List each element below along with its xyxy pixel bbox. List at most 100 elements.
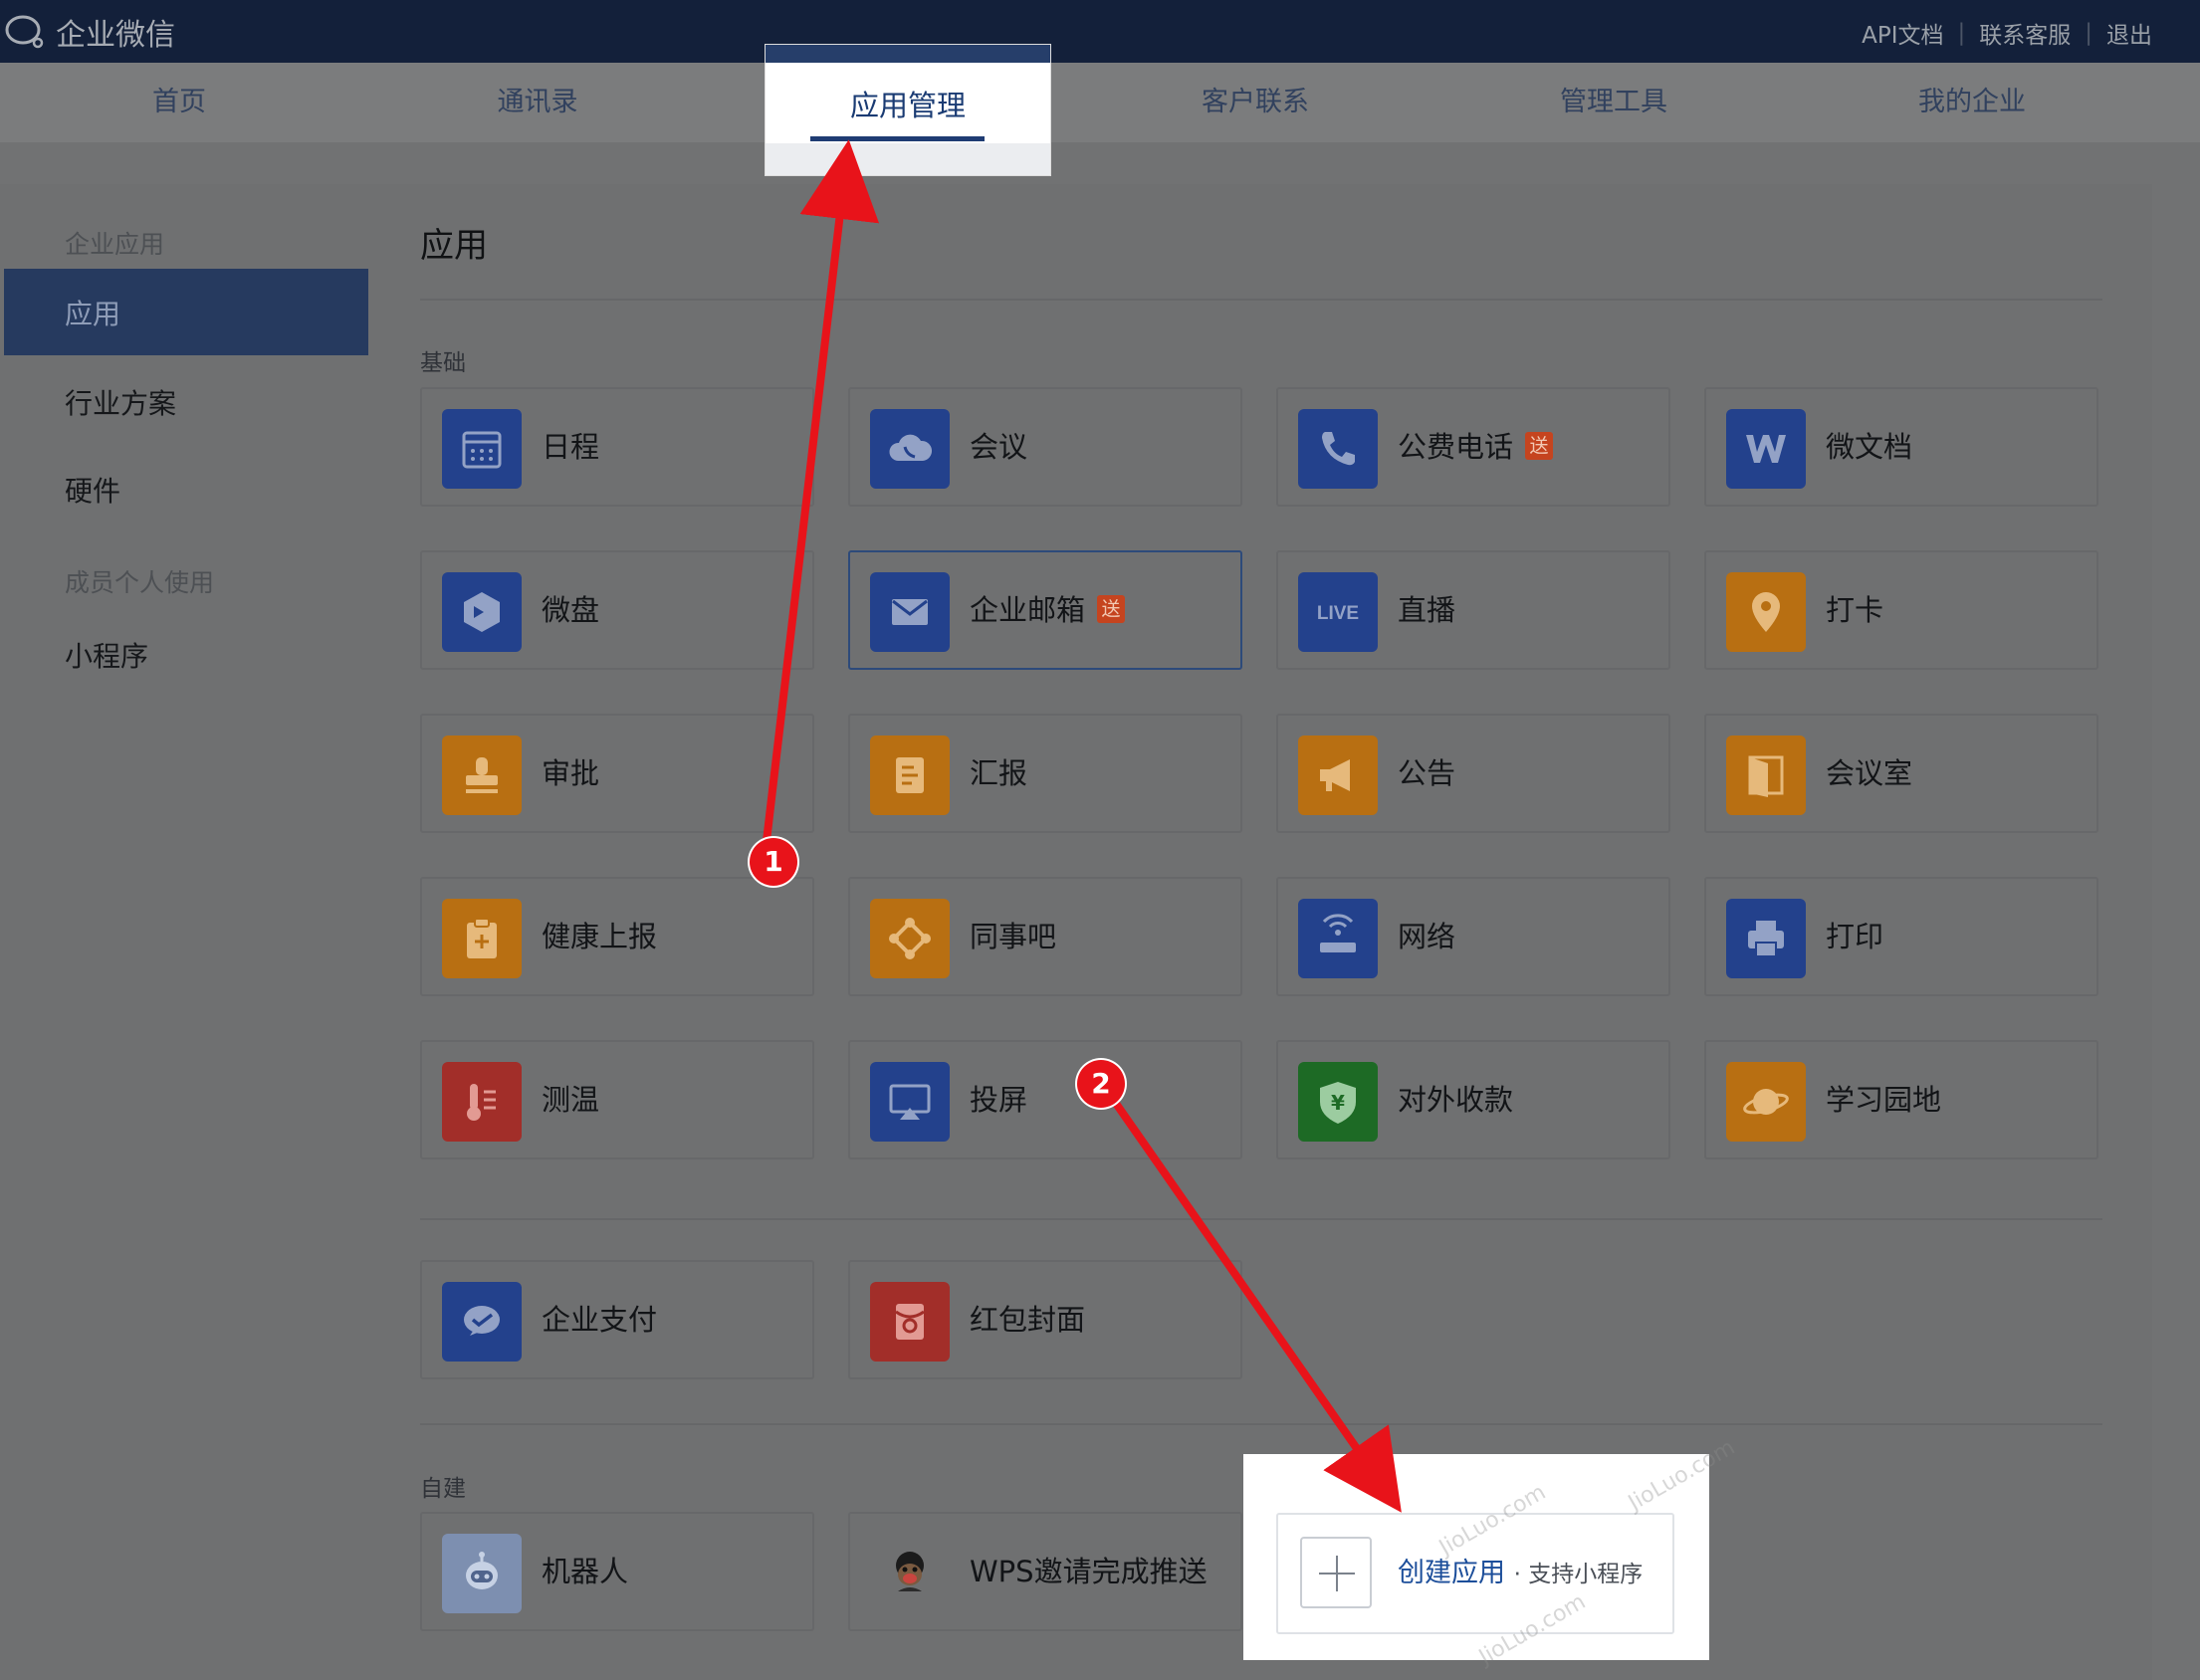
create-app-text: 创建应用 xyxy=(1398,1558,1505,1588)
sidebar-item-mini-programs[interactable]: 小程序 xyxy=(65,635,148,675)
top-bar: 企业微信 API文档 | 联系客服 | 退出 xyxy=(0,0,2200,63)
nav-home[interactable]: 首页 xyxy=(152,63,206,142)
router-icon xyxy=(1298,899,1378,978)
app-label: 公费电话送 xyxy=(1398,389,1554,505)
app-label: 网络 xyxy=(1398,920,1456,953)
top-links: API文档 | 联系客服 | 退出 xyxy=(1862,16,2152,50)
nav-highlight-strip xyxy=(766,45,1050,63)
plus-icon xyxy=(1300,1537,1372,1608)
app-card-print[interactable]: 打印 xyxy=(1704,877,2098,996)
nav-my-enterprise[interactable]: 我的企业 xyxy=(1918,63,2026,142)
gift-badge: 送 xyxy=(1525,432,1554,460)
divider xyxy=(420,1423,2102,1425)
app-card-red-packet-cover[interactable]: 红包封面 xyxy=(848,1260,1242,1379)
report-icon xyxy=(870,735,950,815)
yuan-shield-icon: ¥ xyxy=(1298,1062,1378,1142)
app-label: 微文档 xyxy=(1826,430,1913,464)
wecom-logo-icon xyxy=(5,15,44,49)
app-label: 企业邮箱送 xyxy=(970,552,1126,668)
planet-icon xyxy=(1726,1062,1806,1142)
app-card-schedule[interactable]: 日程 xyxy=(420,387,814,507)
nav-customer-contact[interactable]: 客户联系 xyxy=(1202,63,1309,142)
app-card-approval[interactable]: 审批 xyxy=(420,714,814,833)
door-icon xyxy=(1726,735,1806,815)
app-card-wps-push[interactable]: WPS邀请完成推送 xyxy=(848,1512,1242,1631)
divider xyxy=(420,299,2102,301)
app-label-text: 公费电话 xyxy=(1398,430,1514,464)
live-icon: LIVE xyxy=(1298,572,1378,652)
sidebar-item-hardware[interactable]: 硬件 xyxy=(65,470,120,510)
app-label: 测温 xyxy=(542,1083,600,1117)
app-card-robot[interactable]: 机器人 xyxy=(420,1512,814,1631)
app-label: 审批 xyxy=(542,756,600,790)
gift-badge: 送 xyxy=(1097,595,1126,623)
section-custom-label: 自建 xyxy=(420,1476,466,1502)
app-label: 同事吧 xyxy=(970,920,1057,953)
app-card-checkin[interactable]: 打卡 xyxy=(1704,550,2098,670)
app-card-meeting-room[interactable]: 会议室 xyxy=(1704,714,2098,833)
app-card-payment-collection[interactable]: ¥ 对外收款 xyxy=(1276,1040,1670,1159)
app-label: 日程 xyxy=(542,430,600,464)
app-label: 会议室 xyxy=(1826,756,1913,790)
app-label: 红包封面 xyxy=(970,1303,1086,1337)
nav-contacts[interactable]: 通讯录 xyxy=(498,63,578,142)
app-label: 汇报 xyxy=(970,756,1028,790)
divider: | xyxy=(1957,20,1966,46)
nav-app-management-label: 应用管理 xyxy=(849,89,966,122)
app-card-live[interactable]: LIVE 直播 xyxy=(1276,550,1670,670)
api-docs-link[interactable]: API文档 xyxy=(1862,16,1943,50)
app-card-network[interactable]: 网络 xyxy=(1276,877,1670,996)
logout-link[interactable]: 退出 xyxy=(2106,16,2152,50)
step-1-marker: 1 xyxy=(750,838,797,886)
printer-icon xyxy=(1726,899,1806,978)
sidebar-item-apps[interactable]: 应用 xyxy=(4,269,368,355)
nav-shadow-bar xyxy=(766,143,1050,175)
app-label: 直播 xyxy=(1398,593,1456,627)
calendar-icon xyxy=(442,409,522,489)
app-card-health-report[interactable]: 健康上报 xyxy=(420,877,814,996)
cube-icon xyxy=(442,572,522,652)
brand[interactable]: 企业微信 xyxy=(4,12,175,53)
app-card-colleague-forum[interactable]: 同事吧 xyxy=(848,877,1242,996)
sidebar-group-personal: 成员个人使用 xyxy=(65,568,215,597)
divider xyxy=(420,1218,2102,1220)
app-label: 对外收款 xyxy=(1398,1083,1514,1117)
main-nav: 首页 通讯录 客户联系 管理工具 我的企业 xyxy=(0,63,2200,142)
sidebar-item-industry-solutions[interactable]: 行业方案 xyxy=(65,382,176,422)
app-label: 机器人 xyxy=(542,1555,629,1588)
stamp-icon xyxy=(442,735,522,815)
contact-support-link[interactable]: 联系客服 xyxy=(1979,16,2071,50)
page-title: 应用 xyxy=(420,226,488,266)
svg-text:LIVE: LIVE xyxy=(1317,603,1359,624)
megaphone-icon xyxy=(1298,735,1378,815)
sidebar-group-enterprise-apps: 企业应用 xyxy=(65,230,165,259)
app-label: 打印 xyxy=(1826,920,1884,953)
app-card-temperature[interactable]: 测温 xyxy=(420,1040,814,1159)
app-card-report[interactable]: 汇报 xyxy=(848,714,1242,833)
monkey-avatar-icon xyxy=(870,1534,950,1613)
sidebar xyxy=(0,184,369,1680)
app-label: 投屏 xyxy=(970,1083,1028,1117)
section-basic-label: 基础 xyxy=(420,350,466,376)
airplay-icon xyxy=(870,1062,950,1142)
app-card-wedrive[interactable]: 微盘 xyxy=(420,550,814,670)
clipboard-plus-icon xyxy=(442,899,522,978)
app-card-public-phone[interactable]: 公费电话送 xyxy=(1276,387,1670,507)
nav-app-management[interactable]: 应用管理 xyxy=(766,45,1050,175)
app-card-meeting[interactable]: 会议 xyxy=(848,387,1242,507)
network-nodes-icon xyxy=(870,899,950,978)
app-card-enterprise-pay[interactable]: 企业支付 xyxy=(420,1260,814,1379)
app-card-announcement[interactable]: 公告 xyxy=(1276,714,1670,833)
red-packet-icon xyxy=(870,1282,950,1362)
app-card-wedoc[interactable]: 微文档 xyxy=(1704,387,2098,507)
nav-management-tools[interactable]: 管理工具 xyxy=(1560,63,1667,142)
step-2-marker: 2 xyxy=(1077,1060,1125,1108)
app-card-screen-cast[interactable]: 投屏 xyxy=(848,1040,1242,1159)
app-label: 学习园地 xyxy=(1826,1083,1942,1117)
phone-icon xyxy=(1298,409,1378,489)
brand-name: 企业微信 xyxy=(56,18,175,53)
mail-icon xyxy=(870,572,950,652)
app-card-enterprise-mail[interactable]: 企业邮箱送 xyxy=(848,550,1242,670)
app-card-learning[interactable]: 学习园地 xyxy=(1704,1040,2098,1159)
app-label: 健康上报 xyxy=(542,920,658,953)
